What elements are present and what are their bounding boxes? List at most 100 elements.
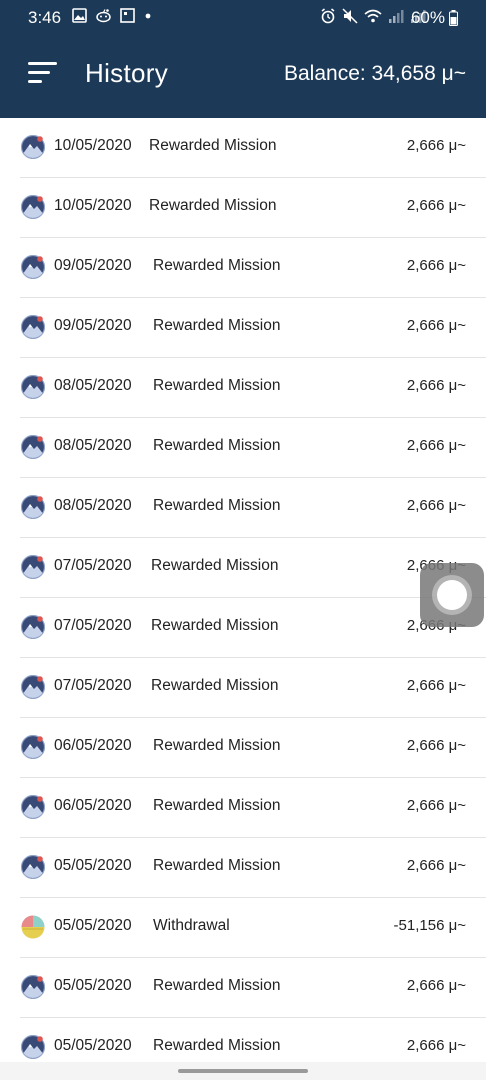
- row-description: Rewarded Mission: [153, 1037, 281, 1054]
- history-row[interactable]: 07/05/2020Rewarded Mission2,666 μ~: [20, 538, 486, 598]
- row-date: 09/05/2020: [54, 257, 132, 274]
- history-row[interactable]: 06/05/2020 Rewarded Mission 2,666 μ~: [20, 718, 486, 778]
- row-date: 08/05/2020: [54, 437, 132, 454]
- row-description: Rewarded Mission: [153, 317, 281, 334]
- mission-icon: [21, 1035, 45, 1059]
- battery-percent: 60%: [410, 8, 445, 27]
- battery-indicator: 60%: [411, 8, 458, 28]
- row-amount: 2,666 μ~: [406, 137, 466, 154]
- row-description: Rewarded Mission: [153, 497, 281, 514]
- history-row[interactable]: 07/05/2020Rewarded Mission2,666 μ~: [20, 598, 486, 658]
- mission-icon: [21, 135, 45, 159]
- battery-icon: [449, 10, 458, 26]
- assistive-touch-button[interactable]: [420, 563, 484, 627]
- mission-icon: [21, 615, 45, 639]
- row-date: 10/05/2020: [54, 137, 132, 154]
- reddit-icon: [96, 9, 111, 23]
- row-date: 07/05/2020: [54, 677, 132, 694]
- row-date: 10/05/2020: [54, 197, 132, 214]
- row-date: 08/05/2020: [54, 377, 132, 394]
- mission-icon: [21, 675, 45, 699]
- row-description: Rewarded Mission: [151, 617, 279, 634]
- mission-icon: [21, 315, 45, 339]
- mission-icon: [21, 195, 45, 219]
- row-amount: 2,666 μ~: [406, 977, 466, 994]
- alarm-icon: [321, 8, 335, 24]
- mission-icon: [21, 435, 45, 459]
- row-amount: 2,666 μ~: [406, 257, 466, 274]
- history-row[interactable]: 05/05/2020 Rewarded Mission 2,666 μ~: [20, 838, 486, 898]
- withdrawal-icon: [21, 915, 45, 939]
- history-list: 10/05/2020 Rewarded Mission 2,666 μ~ 10/05/…: [0, 118, 486, 1078]
- app-bar: History Balance: 34,658 μ~: [0, 36, 486, 118]
- mission-icon: [21, 555, 45, 579]
- row-amount: 2,666 μ~: [406, 737, 466, 754]
- row-amount: -51,156 μ~: [393, 917, 466, 934]
- status-notification-icons: [72, 8, 153, 23]
- history-row[interactable]: 05/05/2020 Rewarded Mission 2,666 μ~: [20, 958, 486, 1018]
- row-description: Rewarded Mission: [153, 857, 281, 874]
- row-date: 09/05/2020: [54, 317, 132, 334]
- row-description: Rewarded Mission: [151, 557, 279, 574]
- history-row[interactable]: 06/05/2020 Rewarded Mission 2,666 μ~: [20, 778, 486, 838]
- row-date: 08/05/2020: [54, 497, 132, 514]
- status-bar: 3:46 60%: [0, 0, 486, 36]
- row-description: Rewarded Mission: [153, 377, 281, 394]
- history-row[interactable]: 08/05/2020 Rewarded Mission 2,666 μ~: [20, 478, 486, 538]
- mute-icon: [342, 8, 358, 24]
- menu-button[interactable]: [28, 62, 58, 86]
- row-amount: 2,666 μ~: [406, 497, 466, 514]
- history-row[interactable]: 07/05/2020 Rewarded Mission 2,666 μ~: [20, 658, 486, 718]
- mission-icon: [21, 855, 45, 879]
- status-time: 3:46: [28, 8, 62, 27]
- menu-icon-line: [28, 62, 57, 65]
- history-row[interactable]: 05/05/2020 Withdrawal -51,156 μ~: [20, 898, 486, 958]
- wifi-icon: [364, 9, 382, 23]
- dot-icon: [145, 13, 151, 19]
- row-date: 06/05/2020: [54, 737, 132, 754]
- row-date: 06/05/2020: [54, 797, 132, 814]
- row-description: Rewarded Mission: [149, 137, 277, 154]
- row-amount: 2,666 μ~: [406, 677, 466, 694]
- image-icon: [72, 8, 87, 23]
- row-amount: 2,666 μ~: [406, 437, 466, 454]
- row-amount: 2,666 μ~: [406, 197, 466, 214]
- row-description: Rewarded Mission: [153, 737, 281, 754]
- row-description: Rewarded Mission: [151, 677, 279, 694]
- history-row[interactable]: 09/05/2020 Rewarded Mission 2,666 μ~: [20, 298, 486, 358]
- row-date: 05/05/2020: [54, 1037, 132, 1054]
- row-date: 07/05/2020: [54, 617, 132, 634]
- history-row[interactable]: 10/05/2020 Rewarded Mission 2,666 μ~: [20, 118, 486, 178]
- row-date: 07/05/2020: [54, 557, 132, 574]
- home-indicator[interactable]: [178, 1069, 308, 1073]
- row-amount: 2,666 μ~: [406, 1037, 466, 1054]
- history-row[interactable]: 08/05/2020 Rewarded Mission 2,666 μ~: [20, 358, 486, 418]
- row-description: Rewarded Mission: [149, 197, 277, 214]
- history-row[interactable]: 10/05/2020 Rewarded Mission 2,666 μ~: [20, 178, 486, 238]
- mission-icon: [21, 795, 45, 819]
- balance-display: Balance: 34,658 μ~: [284, 62, 466, 85]
- mission-icon: [21, 255, 45, 279]
- row-amount: 2,666 μ~: [406, 797, 466, 814]
- mission-icon: [21, 735, 45, 759]
- row-description: Rewarded Mission: [153, 977, 281, 994]
- row-description: Withdrawal: [153, 917, 230, 934]
- history-row[interactable]: 08/05/2020 Rewarded Mission 2,666 μ~: [20, 418, 486, 478]
- assistive-dot: [437, 580, 467, 610]
- row-amount: 2,666 μ~: [406, 317, 466, 334]
- row-description: Rewarded Mission: [153, 437, 281, 454]
- gesture-nav-bar: [0, 1062, 486, 1080]
- mission-icon: [21, 375, 45, 399]
- square-icon: [120, 8, 135, 23]
- menu-icon-line: [28, 80, 42, 83]
- row-amount: 2,666 μ~: [406, 857, 466, 874]
- history-row[interactable]: 09/05/2020 Rewarded Mission 2,666 μ~: [20, 238, 486, 298]
- row-amount: 2,666 μ~: [406, 377, 466, 394]
- row-date: 05/05/2020: [54, 917, 132, 934]
- signal-icon: [389, 10, 404, 23]
- row-description: Rewarded Mission: [153, 797, 281, 814]
- mission-icon: [21, 495, 45, 519]
- menu-icon-line: [28, 71, 50, 74]
- row-date: 05/05/2020: [54, 977, 132, 994]
- app-screen: 3:46 60% History Balance: 34,658 μ~ 10/0…: [0, 0, 486, 1080]
